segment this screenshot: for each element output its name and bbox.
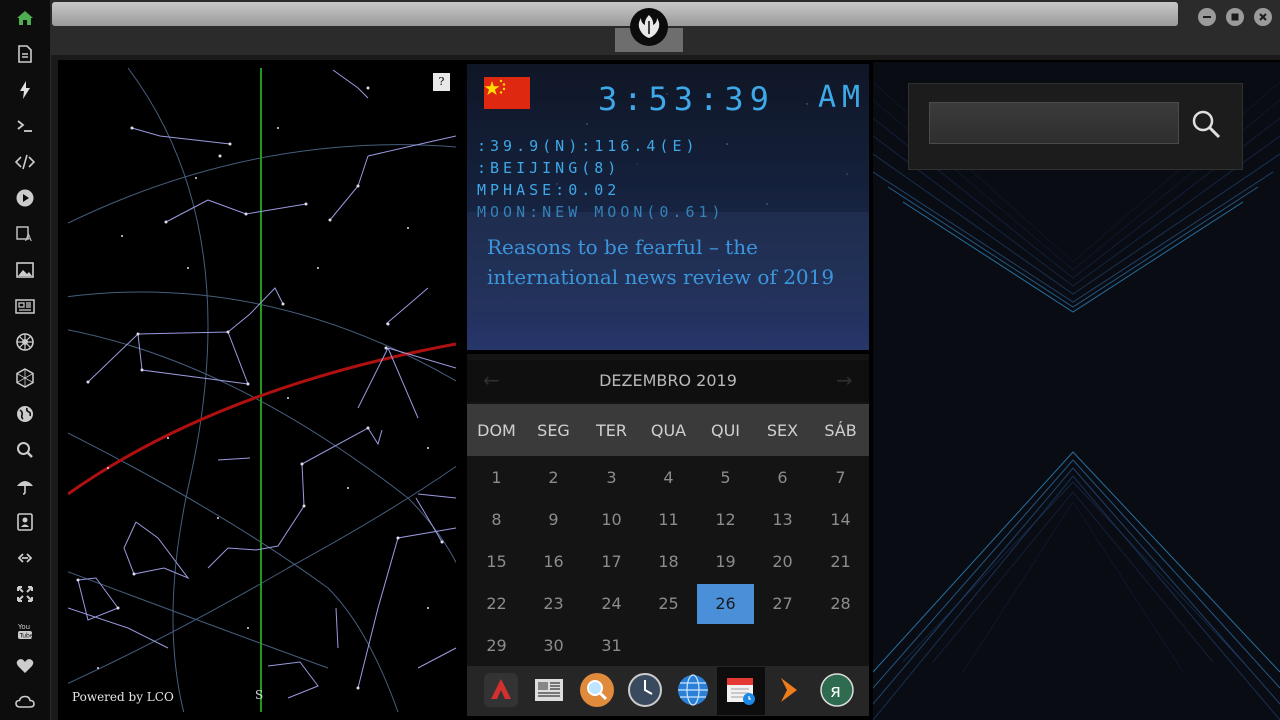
clock-ampm: AM xyxy=(818,80,867,115)
sidebar: A You Tube xyxy=(0,0,51,720)
calendar-day[interactable]: 14 xyxy=(812,500,869,540)
arch-app-icon[interactable] xyxy=(483,672,519,708)
calendar-day[interactable]: 29 xyxy=(468,626,525,666)
calendar-day[interactable]: 3 xyxy=(583,458,640,498)
china-flag-icon xyxy=(484,77,530,109)
calendar-day-today[interactable]: 26 xyxy=(697,584,754,624)
newspaper-icon[interactable] xyxy=(13,294,37,318)
search-button[interactable] xyxy=(1190,108,1222,140)
city-label: :BEIJING(8) xyxy=(477,159,621,177)
calendar-day[interactable]: 10 xyxy=(583,500,640,540)
lightning-icon[interactable] xyxy=(13,78,37,102)
calendar-day[interactable]: 30 xyxy=(525,626,582,666)
calendar-day[interactable]: 8 xyxy=(468,500,525,540)
svg-text:Tube: Tube xyxy=(19,633,34,640)
yandex-icon[interactable]: я xyxy=(819,672,855,708)
calendar-day[interactable]: 5 xyxy=(697,458,754,498)
calendar-day[interactable]: 1 xyxy=(468,458,525,498)
browser-globe-icon[interactable] xyxy=(675,672,711,708)
coordinates-label: :39.9(N):116.4(E) xyxy=(477,137,699,155)
close-button[interactable] xyxy=(1254,8,1272,26)
weekday-label: QUA xyxy=(650,421,687,440)
expand-icon[interactable] xyxy=(13,582,37,606)
document-icon[interactable] xyxy=(13,42,37,66)
globe-icon[interactable] xyxy=(13,402,37,426)
calendar-day[interactable]: 24 xyxy=(583,584,640,624)
calendar-day[interactable]: 21 xyxy=(812,542,869,582)
code-icon[interactable] xyxy=(13,150,37,174)
umbrella-icon[interactable] xyxy=(13,474,37,498)
calendar-day[interactable]: 17 xyxy=(583,542,640,582)
play-icon[interactable] xyxy=(13,186,37,210)
weekday-label: SÁB xyxy=(824,421,857,440)
app-dock xyxy=(467,666,869,716)
address-bar[interactable] xyxy=(52,2,1178,26)
calendar-day[interactable]: 15 xyxy=(468,542,525,582)
svg-text:You: You xyxy=(17,623,30,631)
search-icon[interactable] xyxy=(13,438,37,462)
minimize-button[interactable] xyxy=(1198,8,1216,26)
moon-label: MOON:NEW MOON(0.61) xyxy=(477,203,725,221)
calendar-day[interactable]: 18 xyxy=(640,542,697,582)
calendar-day[interactable]: 9 xyxy=(525,500,582,540)
rebel-alliance-icon[interactable] xyxy=(630,8,668,46)
magnifier-app-icon[interactable] xyxy=(579,672,615,708)
maximize-button[interactable] xyxy=(1226,8,1244,26)
weekday-label: SEX xyxy=(766,421,799,440)
calendar-day[interactable]: 28 xyxy=(812,584,869,624)
weekday-label: TER xyxy=(596,421,627,440)
heart-icon[interactable] xyxy=(13,654,37,678)
search-input[interactable] xyxy=(929,102,1179,144)
cloud-icon[interactable] xyxy=(13,690,37,714)
weekday-label: QUI xyxy=(710,421,741,440)
powered-by-label: Powered by LCO xyxy=(72,690,174,704)
youtube-icon[interactable]: You Tube xyxy=(13,618,37,642)
calendar-day[interactable]: 12 xyxy=(697,500,754,540)
calendar-day[interactable]: 22 xyxy=(468,584,525,624)
calendar-day[interactable]: 11 xyxy=(640,500,697,540)
clock-time: 3:53:39 xyxy=(598,80,775,118)
clock-app-icon[interactable] xyxy=(627,672,663,708)
calendar-day[interactable]: 16 xyxy=(525,542,582,582)
image-icon[interactable] xyxy=(13,258,37,282)
link-icon[interactable] xyxy=(13,546,37,570)
forward-arrow-icon[interactable] xyxy=(771,672,807,708)
svg-text:A: A xyxy=(25,233,32,244)
calendar-app-icon[interactable] xyxy=(723,672,759,708)
calendar-day[interactable]: 31 xyxy=(583,626,640,666)
calendar-day[interactable]: 13 xyxy=(754,500,811,540)
terminal-icon[interactable] xyxy=(13,114,37,138)
home-icon[interactable] xyxy=(13,6,37,30)
news-reader-icon[interactable] xyxy=(531,672,567,708)
next-month-icon[interactable]: → xyxy=(836,368,853,392)
galactic-empire-icon[interactable] xyxy=(13,330,37,354)
contacts-icon[interactable] xyxy=(13,510,37,534)
calendar-day[interactable]: 25 xyxy=(640,584,697,624)
help-button[interactable]: ? xyxy=(433,73,450,91)
calendar-month-title: DEZEMBRO 2019 xyxy=(599,371,737,390)
calendar-day[interactable]: 7 xyxy=(812,458,869,498)
translate-icon[interactable]: A xyxy=(13,222,37,246)
weekday-label: DOM xyxy=(477,421,516,440)
calendar-day[interactable]: 20 xyxy=(754,542,811,582)
direction-label: S xyxy=(255,688,264,702)
calendar-day[interactable]: 4 xyxy=(640,458,697,498)
weekday-label: SEG xyxy=(537,421,570,440)
calendar-day[interactable]: 23 xyxy=(525,584,582,624)
star-chart[interactable] xyxy=(68,68,456,712)
moon-phase-label: MPHASE:0.02 xyxy=(477,181,621,199)
calendar-day[interactable]: 19 xyxy=(697,542,754,582)
calendar-day[interactable]: 2 xyxy=(525,458,582,498)
news-headline[interactable]: Reasons to be fearful – the internationa… xyxy=(487,232,847,292)
calendar-day[interactable]: 6 xyxy=(754,458,811,498)
calendar-day[interactable]: 27 xyxy=(754,584,811,624)
hexagon-icon[interactable] xyxy=(13,366,37,390)
svg-text:я: я xyxy=(830,681,841,702)
